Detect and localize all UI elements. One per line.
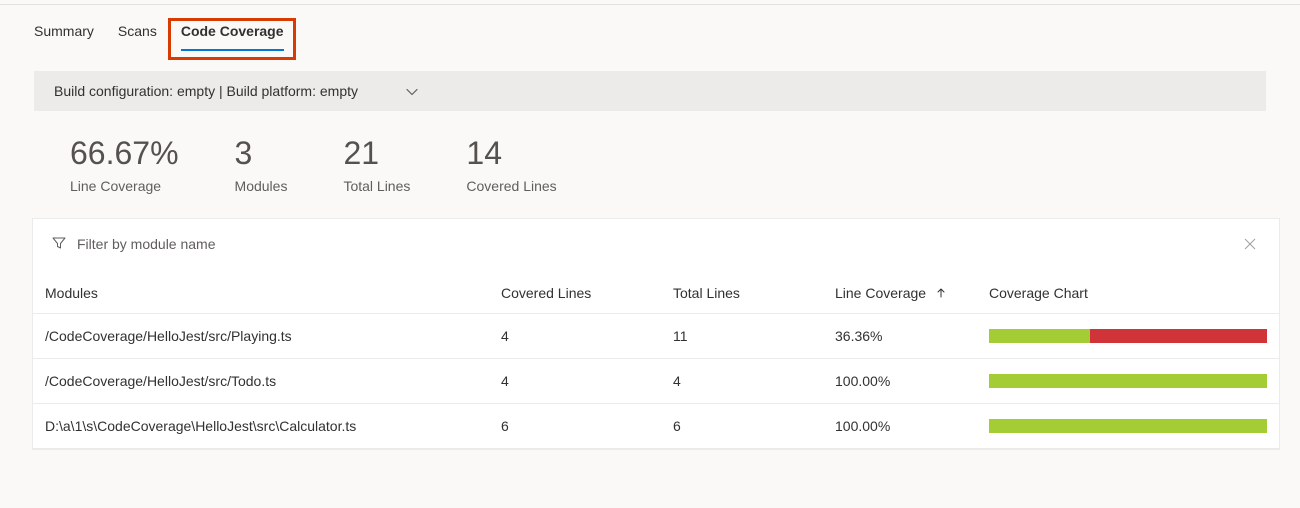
cell-module: /CodeCoverage/HelloJest/src/Todo.ts <box>33 359 493 404</box>
sort-ascending-icon <box>936 285 946 301</box>
filter-row <box>33 219 1279 275</box>
coverage-bar <box>989 374 1267 388</box>
cell-module: D:\a\1\s\CodeCoverage\HelloJest\src\Calc… <box>33 404 493 449</box>
metric-modules: 3 Modules <box>235 135 288 194</box>
col-header-chart: Coverage Chart <box>981 275 1279 314</box>
filter-icon <box>51 235 67 254</box>
cell-coverage: 100.00% <box>827 359 981 404</box>
tab-scans[interactable]: Scans <box>118 19 157 51</box>
table-row[interactable]: /CodeCoverage/HelloJest/src/Playing.ts41… <box>33 314 1279 359</box>
metric-line-coverage: 66.67% Line Coverage <box>70 135 179 194</box>
cell-covered: 4 <box>493 314 665 359</box>
col-header-coverage[interactable]: Line Coverage <box>827 275 981 314</box>
tabs-bar: Summary Scans Code Coverage <box>0 5 1300 51</box>
metric-label: Covered Lines <box>466 178 556 194</box>
build-config-dropdown[interactable]: Build configuration: empty | Build platf… <box>34 71 1266 111</box>
coverage-table-panel: Modules Covered Lines Total Lines Line C… <box>32 218 1280 450</box>
table-row[interactable]: D:\a\1\s\CodeCoverage\HelloJest\src\Calc… <box>33 404 1279 449</box>
cell-coverage: 36.36% <box>827 314 981 359</box>
cell-total: 6 <box>665 404 827 449</box>
metric-value: 14 <box>466 135 556 172</box>
metrics-row: 66.67% Line Coverage 3 Modules 21 Total … <box>0 111 1300 218</box>
tab-code-coverage[interactable]: Code Coverage <box>181 19 284 51</box>
filter-input[interactable] <box>77 236 1229 252</box>
coverage-table: Modules Covered Lines Total Lines Line C… <box>33 275 1279 449</box>
cell-covered: 6 <box>493 404 665 449</box>
col-header-modules[interactable]: Modules <box>33 275 493 314</box>
metric-label: Modules <box>235 178 288 194</box>
col-header-covered[interactable]: Covered Lines <box>493 275 665 314</box>
tab-summary[interactable]: Summary <box>34 19 94 51</box>
metric-value: 3 <box>235 135 288 172</box>
metric-covered-lines: 14 Covered Lines <box>466 135 556 194</box>
metric-label: Line Coverage <box>70 178 179 194</box>
cell-coverage: 100.00% <box>827 404 981 449</box>
col-header-coverage-label: Line Coverage <box>835 285 926 301</box>
cell-chart <box>981 314 1279 359</box>
cell-chart <box>981 404 1279 449</box>
coverage-bar <box>989 329 1267 343</box>
cell-covered: 4 <box>493 359 665 404</box>
metric-value: 21 <box>343 135 410 172</box>
close-icon[interactable] <box>1239 233 1261 255</box>
cell-module: /CodeCoverage/HelloJest/src/Playing.ts <box>33 314 493 359</box>
build-config-text: Build configuration: empty | Build platf… <box>54 83 358 99</box>
chevron-down-icon <box>406 85 418 97</box>
metric-value: 66.67% <box>70 135 179 172</box>
cell-total: 11 <box>665 314 827 359</box>
cell-chart <box>981 359 1279 404</box>
metric-total-lines: 21 Total Lines <box>343 135 410 194</box>
col-header-total[interactable]: Total Lines <box>665 275 827 314</box>
table-row[interactable]: /CodeCoverage/HelloJest/src/Todo.ts44100… <box>33 359 1279 404</box>
metric-label: Total Lines <box>343 178 410 194</box>
cell-total: 4 <box>665 359 827 404</box>
coverage-bar <box>989 419 1267 433</box>
